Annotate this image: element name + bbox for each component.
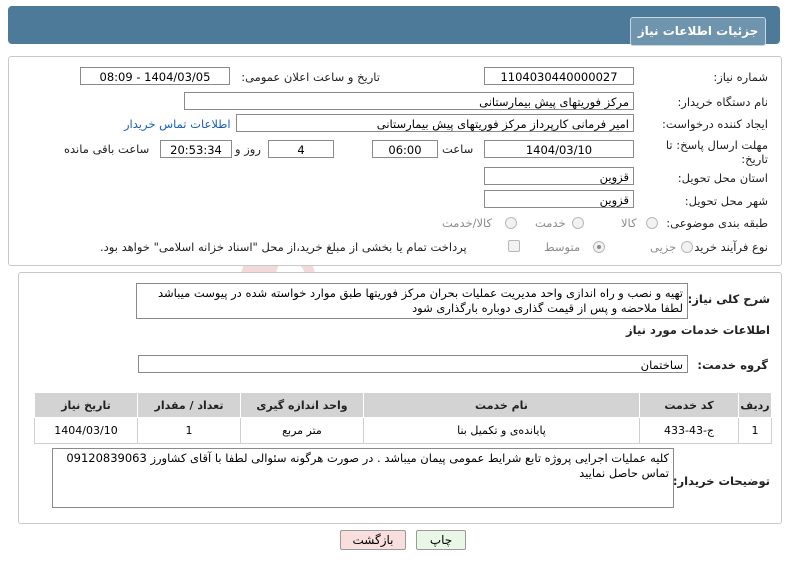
process-option-minor: جزیی [650,240,677,254]
col-service-name: نام خدمت [363,392,640,418]
buyer-notes-textarea: کلیه عملیات اجرایی پروژه تابع شرایط عموم… [52,448,674,508]
remaining-time-field: 20:53:34 [160,140,232,158]
requester-label: ایجاد کننده درخواست: [662,117,768,131]
col-quantity: تعداد / مقدار [137,392,241,418]
remaining-time-label: ساعت باقی مانده [64,142,150,156]
service-group-field: ساختمان [138,355,688,373]
category-option-service: خدمت [535,216,566,230]
need-number-label: شماره نیاز: [713,70,768,84]
summary-textarea: تهیه و نصب و راه اندازی واحد مدیریت عملی… [136,283,688,319]
category-option-goods: کالا [621,216,637,230]
process-radio-minor[interactable] [681,241,693,253]
deadline-label: مهلت ارسال پاسخ: تا تاریخ: [665,138,768,166]
print-button[interactable]: چاپ [416,530,466,550]
treasury-payment-checkbox[interactable] [508,240,520,252]
category-radio-goods[interactable] [646,217,658,229]
page-title-tab: جزئیات اطلاعات نیاز [630,17,766,46]
requester-field: امیر فرمانی کارپرداز مرکز فوریتهای پیش ب… [236,114,634,132]
treasury-payment-note: پرداخت تمام یا بخشی از مبلغ خرید،از محل … [100,240,467,254]
days-remaining-field: 4 [268,140,334,158]
buyer-contact-link[interactable]: اطلاعات تماس خریدار [124,117,231,131]
announce-datetime-field: 1404/03/05 - 08:09 [80,67,230,85]
category-radio-goods-service[interactable] [505,217,517,229]
category-radio-service[interactable] [572,217,584,229]
services-section-title: اطلاعات خدمات مورد نیاز [626,323,770,337]
buyer-notes-label: توضیحات خریدار: [672,474,770,488]
process-option-medium: متوسط [544,240,581,254]
back-button[interactable]: بازگشت [340,530,406,550]
province-field: قزوین [484,167,634,185]
category-label: طبقه بندی موضوعی: [666,216,768,230]
deadline-date-field: 1404/03/10 [484,140,634,158]
col-need-date: تاریخ نیاز [34,392,138,418]
services-table: ردیف کد خدمت نام خدمت واحد اندازه گیری ت… [34,392,772,444]
cell-service-code: ج-43-433 [639,417,739,444]
service-group-label: گروه خدمت: [697,358,768,372]
cell-unit: متر مربع [240,417,364,444]
page-header: جزئیات اطلاعات نیاز [8,6,780,46]
city-label: شهر محل تحویل: [684,194,768,208]
cell-need-date: 1404/03/10 [34,417,138,444]
cell-service-name: پایانده‌ی و تکمیل بنا [363,417,640,444]
cell-row: 1 [738,417,772,444]
deadline-time-label: ساعت [442,142,474,156]
process-label: نوع فرآیند خرید : [686,240,768,254]
need-number-field: 1104030440000027 [484,67,634,85]
deadline-time-field: 06:00 [372,140,438,158]
buyer-org-label: نام دستگاه خریدار: [677,95,768,109]
services-table-header: ردیف کد خدمت نام خدمت واحد اندازه گیری ت… [34,392,772,418]
summary-label: شرح کلی نیاز: [687,292,770,306]
category-option-goods-service: کالا/خدمت [442,216,493,230]
col-service-code: کد خدمت [639,392,739,418]
table-row: 1 ج-43-433 پایانده‌ی و تکمیل بنا متر مرب… [34,417,772,444]
buyer-org-field: مرکز فوریتهای پیش بیمارستانی [184,92,634,110]
col-row: ردیف [738,392,772,418]
days-label: روز و [235,142,261,156]
process-radio-medium[interactable] [593,241,605,253]
col-unit: واحد اندازه گیری [240,392,364,418]
province-label: استان محل تحویل: [677,171,768,185]
city-field: قزوین [484,190,634,208]
cell-quantity: 1 [137,417,241,444]
announce-datetime-label: تاریخ و ساعت اعلان عمومی: [241,70,380,84]
